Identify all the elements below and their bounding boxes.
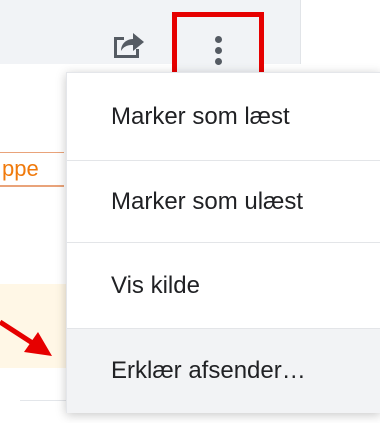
menu-item-view-source[interactable]: Vis kilde <box>67 243 380 329</box>
menu-item-declare-sender[interactable]: Erklær afsender… <box>67 329 380 413</box>
screenshot-stage: ppe Marker som læst Marker som ulæst Vis… <box>0 0 380 423</box>
more-options-menu: Marker som læst Marker som ulæst Vis kil… <box>66 72 380 413</box>
message-preview-snippet: ppe <box>0 152 64 187</box>
red-arrow-annotation <box>0 319 52 356</box>
share-button[interactable] <box>108 26 148 66</box>
menu-item-mark-unread[interactable]: Marker som ulæst <box>67 161 380 243</box>
message-row[interactable] <box>0 372 70 423</box>
row-divider <box>20 400 70 401</box>
message-toolbar <box>0 0 301 88</box>
more-vertical-icon <box>214 34 222 67</box>
menu-item-mark-read[interactable]: Marker som læst <box>67 73 380 161</box>
share-icon <box>111 29 145 64</box>
